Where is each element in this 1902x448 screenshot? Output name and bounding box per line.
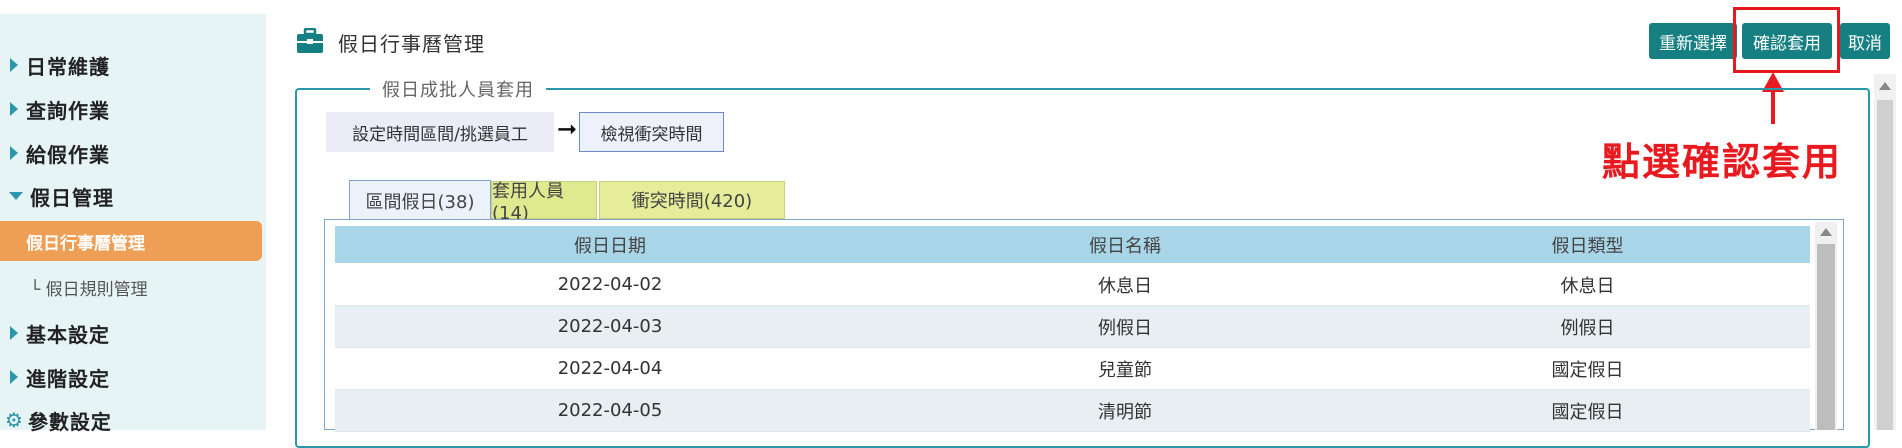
- cell-date: 2022-04-04: [557, 358, 663, 379]
- sidebar-item-holiday-management[interactable]: 假日管理: [0, 179, 266, 213]
- cell-date: 2022-04-03: [557, 316, 663, 337]
- column-header-type[interactable]: 假日類型: [1365, 232, 1810, 258]
- cell-type: 國定假日: [1551, 401, 1624, 423]
- caret-right-icon: [10, 102, 18, 116]
- sidebar-item-holiday-rules[interactable]: └ 假日規則管理: [30, 272, 148, 302]
- arrow-right-icon: ➞: [557, 115, 578, 143]
- table-header: 假日日期 假日名稱 假日類型: [335, 226, 1810, 263]
- tab-conflict-times[interactable]: 衝突時間(420): [599, 181, 785, 219]
- caret-down-icon: [9, 192, 23, 200]
- cancel-button[interactable]: 取消: [1840, 23, 1890, 59]
- sidebar-item-query[interactable]: 查詢作業: [0, 92, 266, 126]
- scrollbar-thumb[interactable]: [1817, 244, 1835, 430]
- table-row[interactable]: 2022-04-03 例假日 例假日: [335, 306, 1810, 348]
- column-header-name[interactable]: 假日名稱: [885, 232, 1365, 258]
- reselect-button[interactable]: 重新選擇: [1649, 23, 1737, 59]
- table-scrollbar[interactable]: [1815, 222, 1837, 430]
- sidebar-item-label: 假日管理: [30, 185, 114, 210]
- sidebar-item-label: 日常維護: [26, 54, 110, 79]
- cell-type: 例假日: [1560, 317, 1615, 339]
- caret-right-icon: [10, 370, 18, 384]
- sidebar-item-leave-grant[interactable]: 給假作業: [0, 136, 266, 170]
- sidebar-item-label: 基本設定: [26, 322, 110, 347]
- cell-name: 兒童節: [1098, 359, 1152, 381]
- panel-legend: 假日成批人員套用: [370, 76, 546, 102]
- cell-name: 清明節: [1098, 401, 1152, 423]
- sidebar-item-label: 進階設定: [26, 366, 110, 391]
- sidebar-item-daily-maintenance[interactable]: 日常維護: [0, 48, 266, 82]
- cell-date: 2022-04-02: [557, 274, 663, 295]
- table-row[interactable]: 2022-04-04 兒童節 國定假日: [335, 348, 1810, 390]
- step-set-interval[interactable]: 設定時間區間/挑選員工: [326, 112, 554, 152]
- scroll-up-icon[interactable]: [1820, 228, 1832, 236]
- table-row[interactable]: 2022-04-02 休息日 休息日: [335, 264, 1810, 306]
- tab-interval-holidays[interactable]: 區間假日(38): [349, 180, 491, 220]
- sidebar-item-label: 參數設定: [27, 409, 112, 434]
- caret-right-icon: [10, 146, 18, 160]
- sidebar-item-label: 查詢作業: [26, 98, 110, 123]
- sidebar: 日常維護 查詢作業 給假作業 假日管理 假日行事曆管理 └ 假日規則管理 基本設…: [0, 14, 266, 434]
- column-header-date[interactable]: 假日日期: [335, 232, 885, 258]
- highlight-box: [1733, 7, 1840, 73]
- cell-name: 例假日: [1098, 317, 1152, 339]
- sidebar-item-advanced-settings[interactable]: 進階設定: [0, 360, 266, 394]
- page-title: 假日行事曆管理: [338, 32, 485, 56]
- cell-type: 國定假日: [1551, 359, 1624, 381]
- sidebar-item-label: 給假作業: [26, 142, 110, 167]
- briefcase-icon: [297, 28, 323, 53]
- cell-type: 休息日: [1560, 275, 1615, 297]
- cell-date: 2022-04-05: [557, 400, 663, 421]
- cell-name: 休息日: [1098, 275, 1152, 297]
- table-row[interactable]: 2022-04-05 清明節 國定假日: [335, 390, 1810, 432]
- scrollbar-thumb[interactable]: [1877, 100, 1893, 430]
- sidebar-item-basic-settings[interactable]: 基本設定: [0, 316, 266, 350]
- sidebar-item-holiday-calendar[interactable]: 假日行事曆管理: [0, 221, 262, 261]
- scroll-up-icon[interactable]: [1879, 82, 1891, 90]
- step-view-conflicts[interactable]: 檢視衝突時間: [579, 112, 724, 152]
- sidebar-item-parameter-settings[interactable]: ⚙ 參數設定: [0, 403, 266, 437]
- gear-icon: ⚙: [5, 408, 24, 432]
- caret-right-icon: [10, 326, 18, 340]
- caret-right-icon: [10, 58, 18, 72]
- tab-applied-staff[interactable]: 套用人員(14): [491, 181, 597, 224]
- page-scrollbar[interactable]: [1874, 74, 1896, 430]
- holiday-table: 假日日期 假日名稱 假日類型 2022-04-02 休息日 休息日 2022-0…: [324, 219, 1844, 432]
